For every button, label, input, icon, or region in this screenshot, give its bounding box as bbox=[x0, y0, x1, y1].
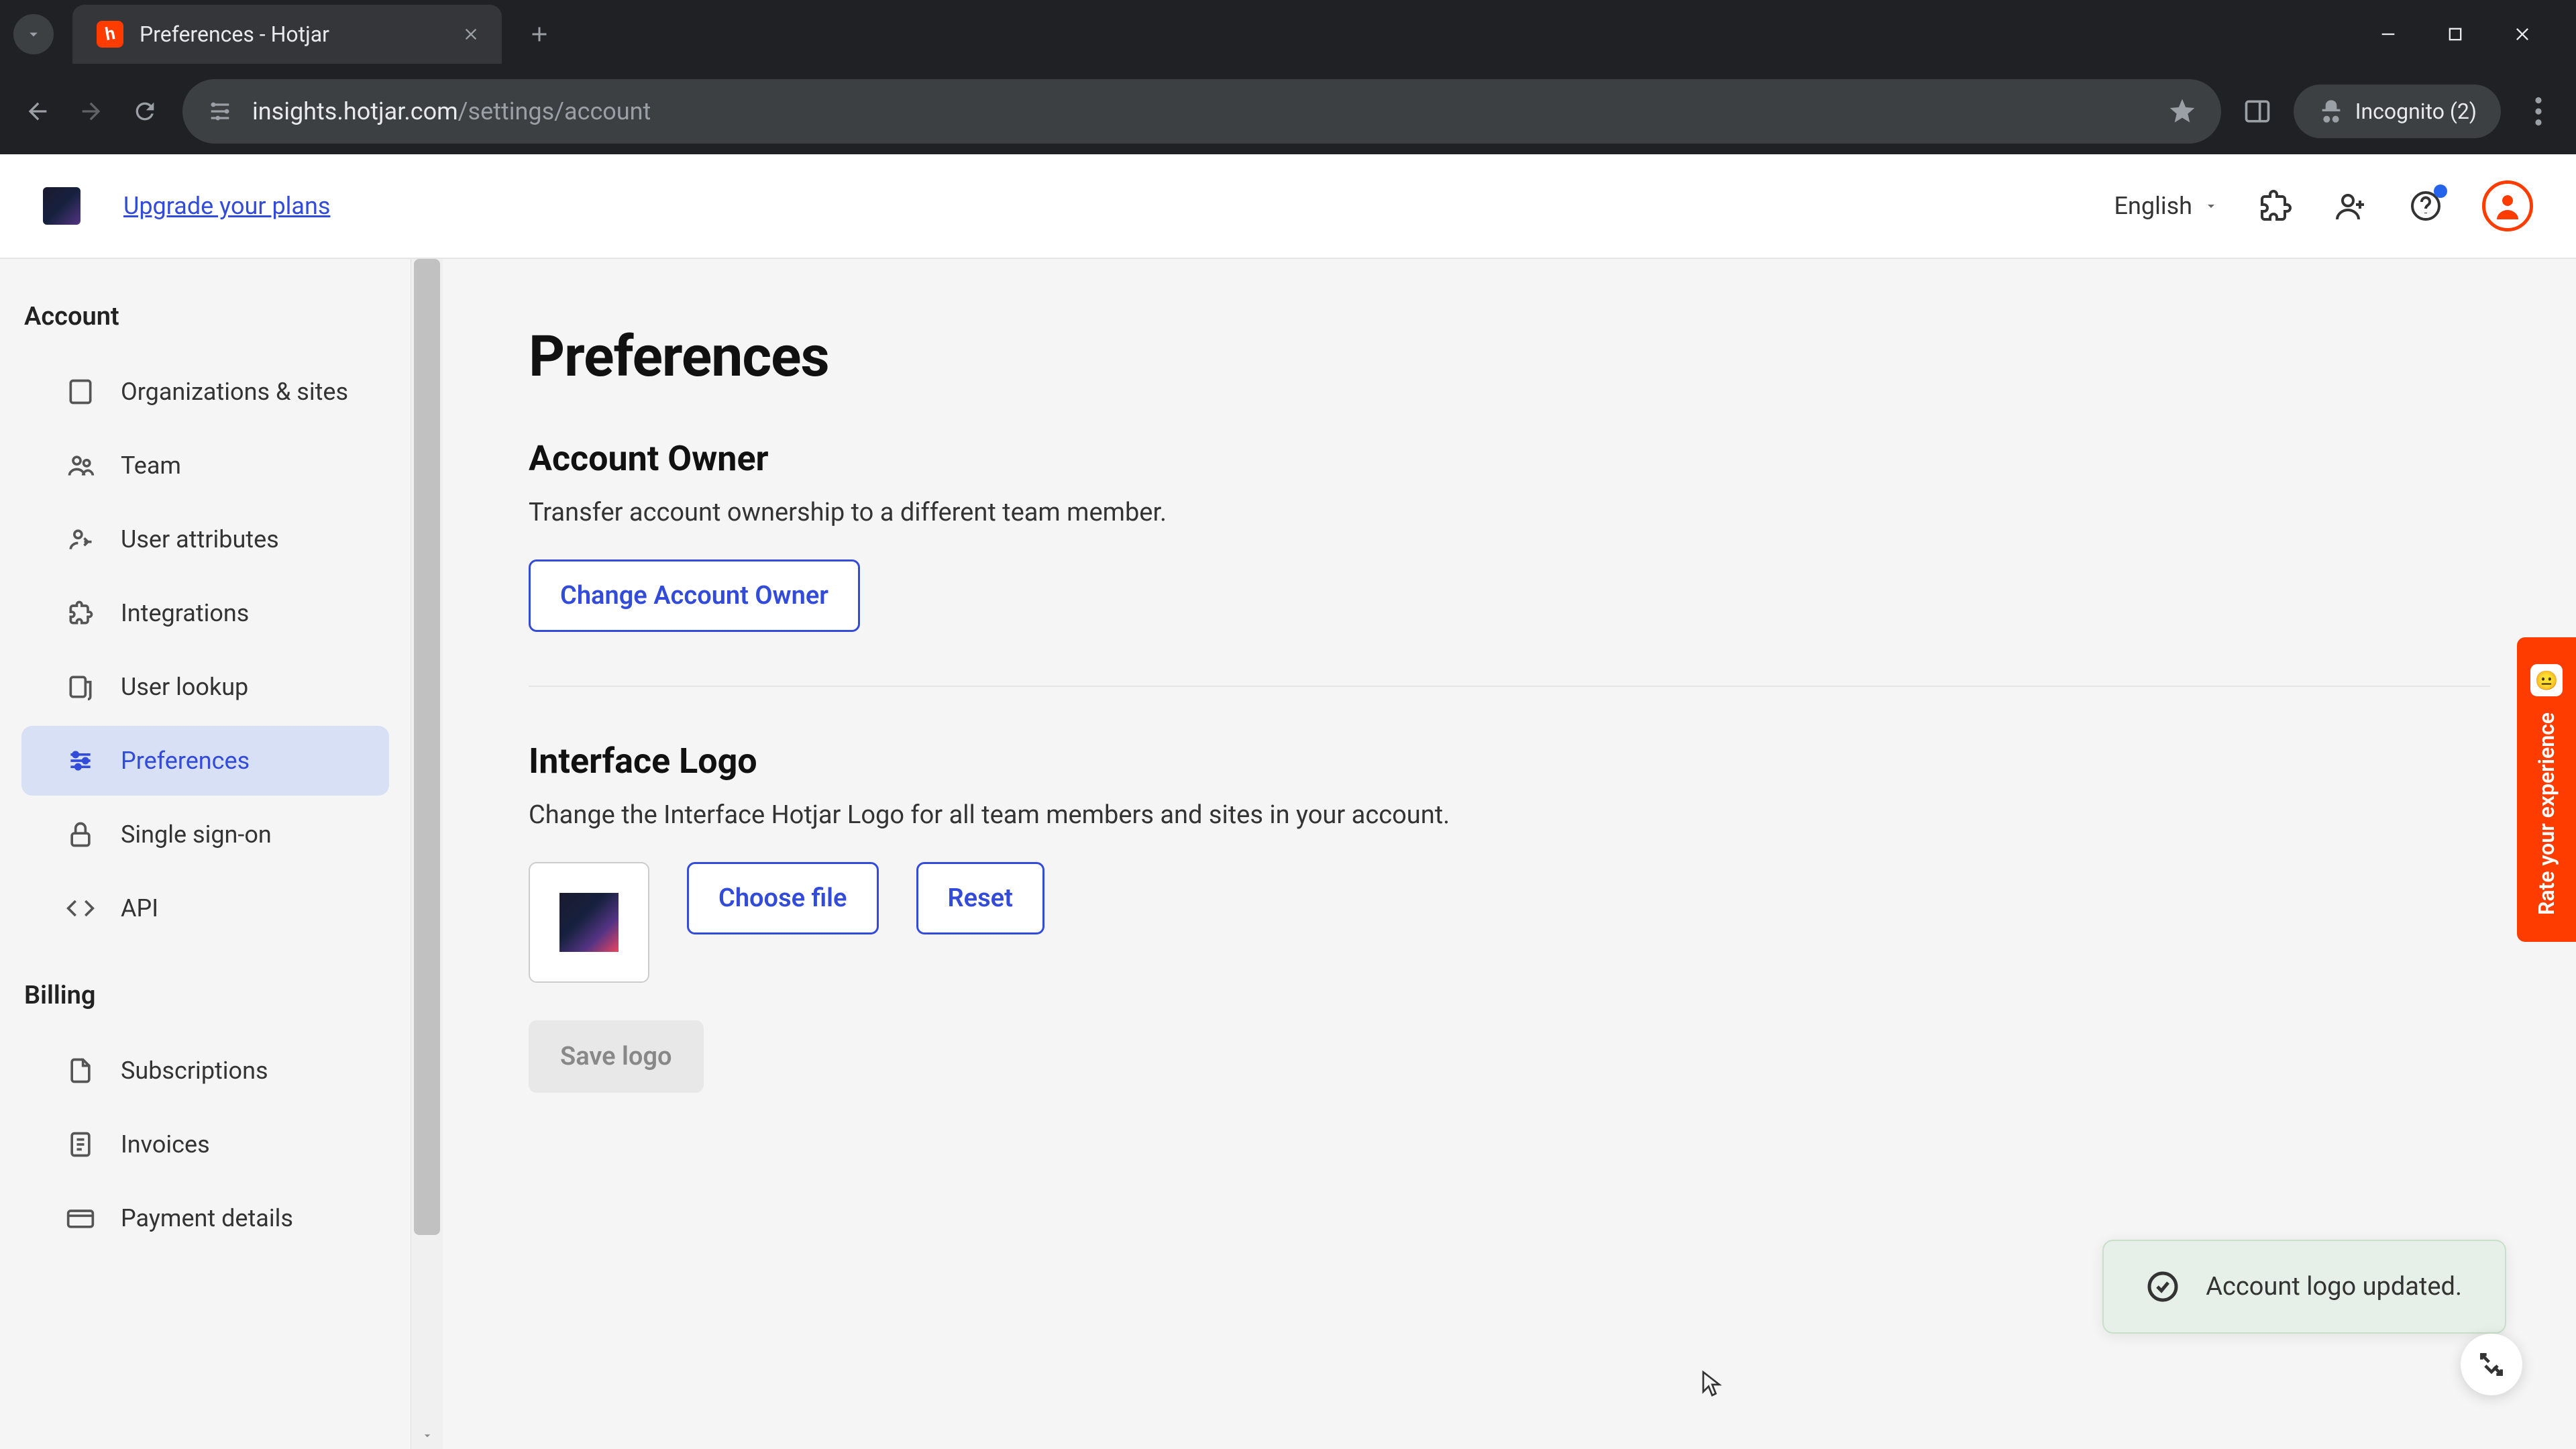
tab-title: Preferences - Hotjar bbox=[140, 21, 443, 47]
browser-tab[interactable]: h Preferences - Hotjar bbox=[72, 5, 502, 64]
code-icon bbox=[64, 892, 97, 924]
incognito-badge[interactable]: Incognito (2) bbox=[2294, 85, 2501, 138]
language-selector[interactable]: English bbox=[2114, 192, 2219, 220]
receipt-icon bbox=[64, 1128, 97, 1161]
sidebar-item-team[interactable]: Team bbox=[21, 431, 389, 500]
nav-bar: insights.hotjar.com/settings/account Inc… bbox=[0, 68, 2576, 154]
maximize-button[interactable] bbox=[2442, 21, 2469, 48]
side-panel-button[interactable] bbox=[2243, 97, 2272, 126]
site-info-button[interactable] bbox=[207, 98, 233, 125]
sidebar-heading-account: Account bbox=[0, 291, 411, 353]
sidebar-item-label: Single sign-on bbox=[121, 820, 272, 849]
section-account-owner: Account Owner Transfer account ownership… bbox=[529, 438, 2490, 687]
invite-user-button[interactable] bbox=[2332, 187, 2369, 225]
sidebar-item-user-attributes[interactable]: User attributes bbox=[21, 504, 389, 574]
logo-preview bbox=[529, 862, 649, 983]
address-bar[interactable]: insights.hotjar.com/settings/account bbox=[182, 79, 2221, 144]
feedback-label: Rate your experience bbox=[2534, 712, 2559, 915]
bookmark-icon[interactable] bbox=[2167, 97, 2197, 126]
card-icon bbox=[64, 1202, 97, 1234]
integrations-button[interactable] bbox=[2257, 187, 2294, 225]
feedback-tab[interactable]: Rate your experience 😐 bbox=[2517, 637, 2576, 942]
sidebar-item-payment-details[interactable]: Payment details bbox=[21, 1183, 389, 1253]
new-tab-button[interactable] bbox=[521, 15, 558, 53]
scroll-down-arrow[interactable] bbox=[411, 1422, 443, 1449]
sidebar-item-user-lookup[interactable]: User lookup bbox=[21, 652, 389, 722]
sidebar-item-label: User lookup bbox=[121, 673, 248, 701]
profile-button[interactable] bbox=[2482, 180, 2533, 231]
sidebar-item-label: Team bbox=[121, 451, 181, 480]
sidebar-item-organizations-sites[interactable]: Organizations & sites bbox=[21, 357, 389, 427]
chevron-down-icon bbox=[2203, 198, 2219, 214]
team-icon bbox=[64, 449, 97, 482]
sliders-icon bbox=[64, 745, 97, 777]
help-button[interactable] bbox=[2407, 187, 2445, 225]
building-icon bbox=[64, 376, 97, 408]
url-text: insights.hotjar.com/settings/account bbox=[252, 97, 651, 125]
browser-menu-button[interactable] bbox=[2522, 95, 2555, 127]
reload-button[interactable] bbox=[129, 95, 161, 127]
sidebar-container: Account Organizations & sites Team User … bbox=[0, 259, 443, 1449]
section-interface-logo: Interface Logo Change the Interface Hotj… bbox=[529, 741, 2490, 1146]
sidebar-item-api[interactable]: API bbox=[21, 873, 389, 943]
tab-bar: h Preferences - Hotjar bbox=[0, 0, 2576, 68]
toast-message: Account logo updated. bbox=[2206, 1272, 2462, 1301]
sidebar-item-label: Preferences bbox=[121, 747, 250, 775]
sidebar-item-label: API bbox=[121, 894, 158, 922]
choose-file-button[interactable]: Choose file bbox=[687, 862, 879, 934]
sidebar-item-integrations[interactable]: Integrations bbox=[21, 578, 389, 648]
sidebar: Account Organizations & sites Team User … bbox=[0, 259, 411, 1449]
account-logo-thumb[interactable] bbox=[43, 187, 80, 225]
sidebar-item-invoices[interactable]: Invoices bbox=[21, 1110, 389, 1179]
upgrade-plans-link[interactable]: Upgrade your plans bbox=[123, 192, 330, 220]
back-button[interactable] bbox=[21, 95, 54, 127]
sidebar-item-label: Organizations & sites bbox=[121, 378, 348, 406]
cursor-icon bbox=[1701, 1370, 1722, 1391]
sidebar-heading-billing: Billing bbox=[0, 970, 411, 1032]
lock-icon bbox=[64, 818, 97, 851]
close-tab-button[interactable] bbox=[459, 22, 483, 46]
sidebar-item-preferences[interactable]: Preferences bbox=[21, 726, 389, 796]
file-icon bbox=[64, 1055, 97, 1087]
section-heading-interface-logo: Interface Logo bbox=[529, 741, 2490, 782]
change-account-owner-button[interactable]: Change Account Owner bbox=[529, 559, 860, 632]
sidebar-item-label: User attributes bbox=[121, 525, 279, 553]
expand-fab-button[interactable] bbox=[2461, 1334, 2522, 1395]
reset-button[interactable]: Reset bbox=[916, 862, 1044, 934]
window-controls bbox=[2375, 21, 2563, 48]
section-heading-account-owner: Account Owner bbox=[529, 438, 2490, 479]
toast-notification: Account logo updated. bbox=[2102, 1240, 2506, 1334]
logo-preview-image bbox=[559, 893, 619, 952]
close-window-button[interactable] bbox=[2509, 21, 2536, 48]
sidebar-item-label: Subscriptions bbox=[121, 1057, 268, 1085]
scrollbar-thumb[interactable] bbox=[414, 259, 440, 1235]
language-label: English bbox=[2114, 192, 2192, 220]
sidebar-item-label: Invoices bbox=[121, 1130, 210, 1159]
tab-search-button[interactable] bbox=[13, 14, 54, 54]
sidebar-item-single-sign-on[interactable]: Single sign-on bbox=[21, 800, 389, 869]
sidebar-item-label: Payment details bbox=[121, 1204, 293, 1232]
puzzle-icon bbox=[64, 597, 97, 629]
section-desc-account-owner: Transfer account ownership to a differen… bbox=[529, 498, 2490, 527]
feedback-emoji-icon: 😐 bbox=[2530, 664, 2563, 696]
page-title: Preferences bbox=[529, 323, 2490, 390]
save-logo-button[interactable]: Save logo bbox=[529, 1020, 704, 1093]
incognito-label: Incognito (2) bbox=[2355, 99, 2477, 124]
check-circle-icon bbox=[2147, 1271, 2179, 1303]
app-header: Upgrade your plans English bbox=[0, 154, 2576, 259]
minimize-button[interactable] bbox=[2375, 21, 2402, 48]
notification-dot bbox=[2434, 184, 2447, 198]
sidebar-item-subscriptions[interactable]: Subscriptions bbox=[21, 1036, 389, 1106]
lookup-icon bbox=[64, 671, 97, 703]
forward-button[interactable] bbox=[75, 95, 107, 127]
sidebar-scrollbar[interactable] bbox=[411, 259, 443, 1449]
browser-chrome: h Preferences - Hotjar insights.hotjar.c… bbox=[0, 0, 2576, 154]
section-desc-interface-logo: Change the Interface Hotjar Logo for all… bbox=[529, 800, 2490, 830]
user-attr-icon bbox=[64, 523, 97, 555]
hotjar-favicon: h bbox=[97, 21, 123, 48]
sidebar-item-label: Integrations bbox=[121, 599, 249, 627]
